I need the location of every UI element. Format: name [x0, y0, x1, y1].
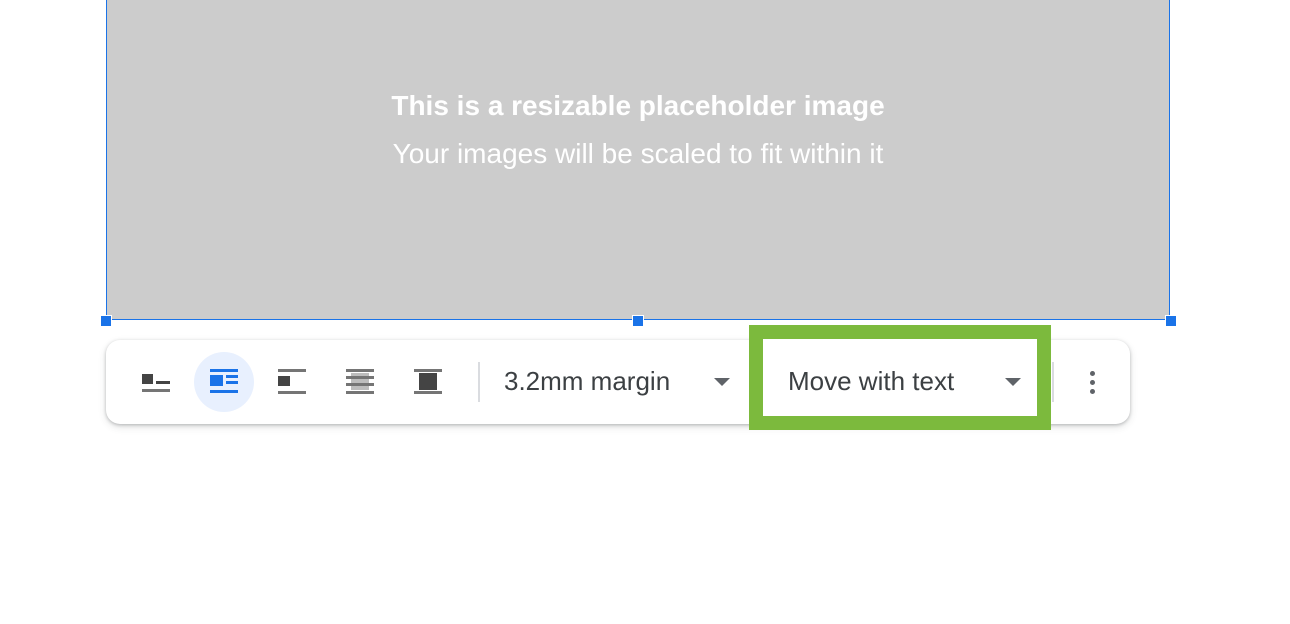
break-text-icon — [278, 369, 306, 394]
placeholder-subtitle: Your images will be scaled to fit within… — [392, 138, 884, 169]
inline-button[interactable] — [126, 352, 186, 412]
wrap-text-button[interactable] — [194, 352, 254, 412]
placeholder-title: This is a resizable placeholder image — [391, 90, 885, 121]
behind-text-button[interactable] — [330, 352, 390, 412]
chevron-down-icon — [1005, 378, 1021, 386]
in-front-of-text-icon — [414, 369, 442, 394]
resize-handle-bottom-right[interactable] — [1165, 315, 1177, 327]
more-options-button[interactable] — [1072, 362, 1112, 402]
resize-handle-bottom-center[interactable] — [632, 315, 644, 327]
more-vert-icon — [1089, 370, 1095, 376]
placeholder-image[interactable]: This is a resizable placeholder image Yo… — [106, 0, 1170, 320]
toolbar-divider — [1052, 362, 1054, 402]
in-front-of-text-button[interactable] — [398, 352, 458, 412]
resize-handle-bottom-left[interactable] — [100, 315, 112, 327]
wrap-text-icon — [210, 369, 238, 393]
chevron-down-icon — [714, 378, 730, 386]
position-label: Move with text — [788, 366, 955, 396]
position-dropdown[interactable]: Move with text — [749, 325, 1051, 430]
behind-text-icon — [346, 369, 374, 394]
break-text-button[interactable] — [262, 352, 322, 412]
inline-icon — [142, 374, 170, 392]
margin-label: 3.2mm margin — [504, 366, 671, 396]
toolbar-divider — [478, 362, 480, 402]
